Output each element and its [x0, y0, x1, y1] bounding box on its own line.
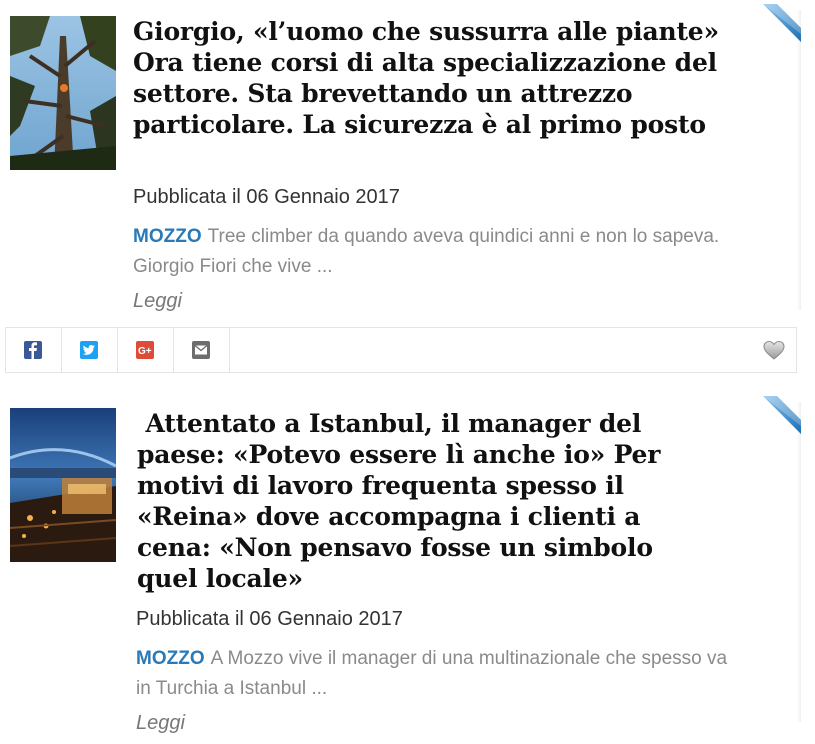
excerpt-text: Tree climber da quando aveva quindici an…: [133, 226, 720, 277]
svg-text:G+: G+: [138, 346, 152, 357]
share-bar: G+: [5, 327, 797, 373]
article-excerpt: MOZZO Tree climber da quando aveva quindi…: [133, 222, 733, 282]
article-card: Giorgio, «l’uomo che sussurra alle piant…: [0, 0, 815, 380]
excerpt-text: A Mozzo vive il manager di una multinazi…: [136, 648, 728, 699]
article-card: Attentato a Istanbul, il manager del pae…: [0, 396, 815, 744]
share-twitter-button[interactable]: [62, 328, 118, 372]
card-shadow: [797, 402, 801, 722]
share-email-button[interactable]: [174, 328, 230, 372]
read-more-link[interactable]: Leggi: [136, 712, 185, 735]
article-thumbnail-istanbul[interactable]: [10, 408, 116, 562]
article-excerpt: MOZZO A Mozzo vive il manager di una mult…: [136, 644, 736, 704]
article-headline[interactable]: Attentato a Istanbul, il manager del pae…: [137, 408, 717, 594]
bookmark-ribbon-icon[interactable]: [763, 396, 801, 434]
publish-date: Pubblicata il 06 Gennaio 2017: [133, 186, 400, 208]
bookmark-ribbon-icon[interactable]: [763, 4, 801, 42]
share-facebook-button[interactable]: [6, 328, 62, 372]
email-icon: [192, 341, 210, 359]
location-tag[interactable]: MOZZO: [136, 648, 205, 669]
share-google-plus-button[interactable]: G+: [118, 328, 174, 372]
location-tag[interactable]: MOZZO: [133, 226, 202, 247]
article-headline[interactable]: Giorgio, «l’uomo che sussurra alle piant…: [133, 16, 733, 140]
publish-date: Pubblicata il 06 Gennaio 2017: [136, 608, 403, 630]
article-thumbnail-tree[interactable]: [10, 16, 116, 170]
google-plus-icon: G+: [136, 341, 154, 359]
read-more-link[interactable]: Leggi: [133, 290, 182, 313]
facebook-icon: [24, 341, 42, 359]
heart-icon[interactable]: [762, 339, 786, 361]
twitter-icon: [80, 341, 98, 359]
card-shadow: [797, 10, 801, 310]
